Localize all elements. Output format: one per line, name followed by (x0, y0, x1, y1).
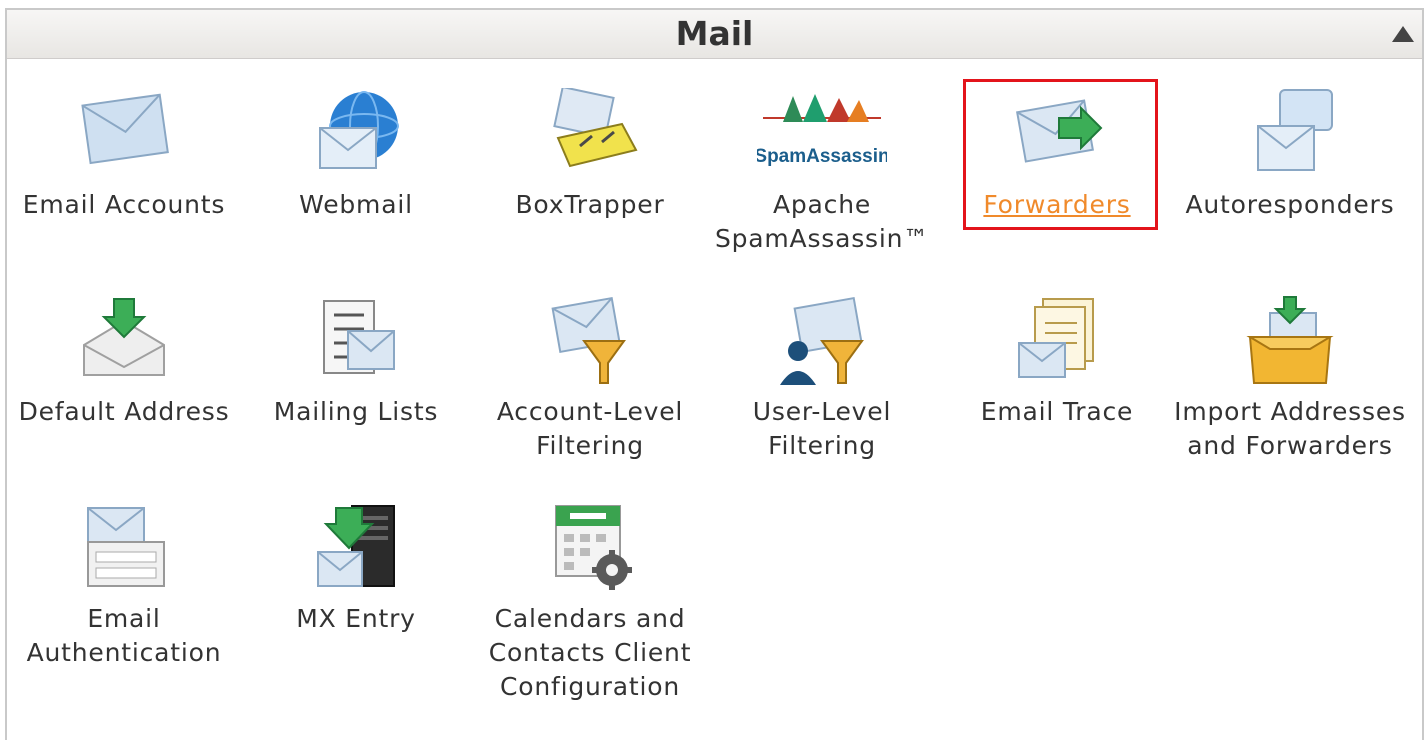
triangle-up-icon[interactable] (1392, 26, 1414, 42)
item-import-addresses[interactable]: Import Addresses and Forwarders (1174, 295, 1406, 463)
documents-envelope-icon (1018, 298, 1094, 378)
server-arrow-icon (317, 505, 395, 587)
panel-header[interactable]: Mail (7, 10, 1422, 59)
item-autoresponders[interactable]: Autoresponders (1174, 88, 1406, 222)
item-label: Account-Level Filtering (496, 397, 684, 460)
item-email-trace[interactable]: Email Trace (941, 295, 1173, 429)
speech-envelope-icon (1257, 89, 1333, 171)
item-label: Import Addresses and Forwarders (1174, 397, 1406, 460)
item-label: BoxTrapper (515, 190, 665, 219)
item-label: Mailing Lists (273, 397, 439, 426)
item-label: User-Level Filtering (752, 397, 892, 460)
item-mx-entry[interactable]: MX Entry (240, 502, 472, 636)
item-email-authentication[interactable]: Email Authentication (8, 502, 240, 670)
user-funnel-envelope-icon (780, 296, 864, 385)
highlight-box (963, 79, 1158, 230)
list-envelope-icon (323, 300, 395, 374)
item-account-level-filtering[interactable]: Account-Level Filtering (474, 295, 706, 463)
panel-title: Mail (675, 14, 754, 53)
item-label: Default Address (18, 397, 230, 426)
item-label: Webmail (299, 190, 413, 219)
item-webmail[interactable]: Webmail (240, 88, 472, 222)
item-user-level-filtering[interactable]: User-Level Filtering (706, 295, 938, 463)
item-label: Autoresponders (1185, 190, 1395, 219)
funnel-envelope-icon (551, 296, 626, 384)
download-envelope-icon (83, 298, 165, 376)
item-label: Email Accounts (22, 190, 226, 219)
item-label: Email Trace (980, 397, 1134, 426)
envelope-icon (81, 93, 169, 165)
svg-text:SpamAssassin: SpamAssassin (757, 146, 887, 167)
globe-envelope-icon (319, 91, 399, 169)
item-mailing-lists[interactable]: Mailing Lists (240, 295, 472, 429)
spamassassin-icon: SpamAssassin (757, 94, 887, 167)
item-spamassassin[interactable]: SpamAssassin Apache SpamAssassin™ (706, 88, 938, 256)
calendar-gear-icon (555, 505, 632, 590)
item-boxtrapper[interactable]: BoxTrapper (474, 88, 706, 222)
item-label: Apache SpamAssassin™ (714, 190, 930, 253)
item-label: Calendars and Contacts Client Configurat… (488, 604, 692, 701)
import-box-icon (1246, 296, 1334, 384)
auth-envelope-icon (87, 507, 165, 587)
trap-envelope-icon (553, 88, 638, 168)
item-email-accounts[interactable]: Email Accounts (8, 88, 240, 222)
item-default-address[interactable]: Default Address (8, 295, 240, 429)
item-label: Email Authentication (26, 604, 222, 667)
item-label: MX Entry (296, 604, 416, 633)
item-calendars-contacts[interactable]: Calendars and Contacts Client Configurat… (474, 502, 706, 704)
